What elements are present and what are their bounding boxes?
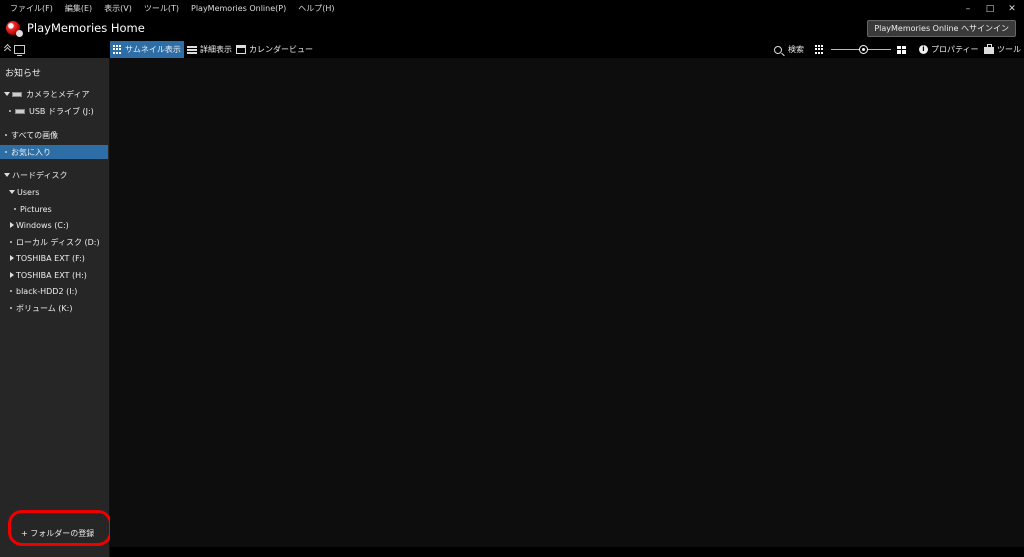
zoom-slider-handle[interactable] [859,45,868,54]
sidebar-item-usb-drive[interactable]: USB ドライブ (J:) [0,104,108,118]
highlight-annotation [8,510,112,546]
menu-bar: ファイル(F) 編集(E) 表示(V) ツール(T) PlayMemories … [0,0,1024,17]
sidebar-item-label: カメラとメディア [26,89,90,99]
bullet-icon [9,110,11,112]
signin-button[interactable]: PlayMemories Online へサインイン [867,20,1016,37]
menu-view[interactable]: 表示(V) [99,0,137,17]
bullet-icon [10,241,12,243]
menu-playmemories-online[interactable]: PlayMemories Online(P) [186,0,291,17]
tab-thumbnail-label: サムネイル表示 [125,45,181,54]
calendar-icon [236,45,246,54]
title-bar: PlayMemories Home PlayMemories Online へサ… [0,17,1024,41]
properties-label: プロパティー [931,45,979,54]
chevron-right-icon[interactable] [10,255,14,261]
menu-edit[interactable]: 編集(E) [60,0,97,17]
chevron-down-icon[interactable] [4,173,10,177]
search-icon [774,45,782,54]
collapse-up-icon[interactable] [4,44,11,54]
maximize-button[interactable]: □ [984,4,996,14]
sidebar-item-hard-disk[interactable]: ハードディスク [0,168,108,182]
menu-file[interactable]: ファイル(F) [5,0,58,17]
sidebar-item-label: Pictures [20,204,52,214]
tab-detail-view[interactable]: 詳細表示 [184,41,235,58]
sidebar-item-favorites[interactable]: お気に入り [0,145,108,159]
sidebar-item-label: Users [17,187,40,197]
sidebar-item-pictures[interactable]: Pictures [0,202,108,216]
sidebar-item-label: Windows (C:) [16,220,69,230]
sidebar-item-local-d[interactable]: ローカル ディスク (D:) [0,235,108,249]
sidebar-item-label: ローカル ディスク (D:) [16,237,100,247]
sidebar-item-label: USB ドライブ (J:) [29,106,94,116]
sidebar-item-label: TOSHIBA EXT (H:) [16,270,87,280]
sidebar-item-label: black-HDD2 (I:) [16,286,78,296]
tab-calendar-label: カレンダービュー [249,45,313,54]
chevron-down-icon[interactable] [9,190,15,194]
tab-thumbnail-view[interactable]: サムネイル表示 [110,41,184,58]
media-icon [12,91,22,97]
notice-link[interactable]: お知らせ [5,66,41,79]
sidebar-item-label: お気に入り [11,147,51,157]
sidebar-item-all-images[interactable]: すべての画像 [0,128,108,142]
chevron-right-icon[interactable] [10,222,14,228]
chevron-right-icon[interactable] [10,272,14,278]
toolbox-icon [984,44,994,54]
bullet-icon [5,134,7,136]
sidebar: お知らせ カメラとメディア USB ドライブ (J:) すべての画像 お気に入り… [0,58,112,557]
sidebar-item-windows-c[interactable]: Windows (C:) [0,218,108,232]
info-icon: i [919,45,928,54]
menu-tools[interactable]: ツール(T) [139,0,184,17]
large-grid-icon [897,45,907,54]
drive-icon [15,108,25,114]
close-button[interactable]: ✕ [1006,4,1018,14]
list-icon [187,45,197,54]
bullet-icon [14,208,16,210]
sidebar-item-users[interactable]: Users [0,185,108,199]
tools-button[interactable]: ツール [984,41,1021,58]
sidebar-item-label: TOSHIBA EXT (F:) [16,253,85,263]
sidebar-item-label: ハードディスク [12,170,68,180]
sidebar-item-camera-media[interactable]: カメラとメディア [0,87,108,101]
sidebar-item-label: すべての画像 [11,130,59,140]
large-thumbnail-button[interactable] [897,41,907,58]
tab-calendar-view[interactable]: カレンダービュー [233,41,316,58]
app-logo-icon [6,21,23,37]
thumbnail-area[interactable] [110,58,1024,547]
bullet-icon [5,151,7,153]
status-strip [110,547,1024,557]
chevron-down-icon[interactable] [4,92,10,96]
window-controls: – □ ✕ [962,0,1018,17]
grid-icon [113,45,122,54]
properties-button[interactable]: i プロパティー [919,41,979,58]
sidebar-item-toshiba-f[interactable]: TOSHIBA EXT (F:) [0,251,108,265]
search-label: 検索 [788,45,804,54]
bullet-icon [10,307,12,309]
search-button[interactable]: 検索 [774,41,804,58]
toolbar: サムネイル表示 詳細表示 カレンダービュー 検索 i プロパティー ツール [0,41,1024,58]
tools-label: ツール [997,45,1021,54]
small-grid-icon [815,45,824,54]
small-thumbnail-button[interactable] [815,41,824,58]
sidebar-item-volume-k[interactable]: ボリューム (K:) [0,301,108,315]
minimize-button[interactable]: – [962,4,974,14]
sidebar-item-label: ボリューム (K:) [16,303,73,313]
app-title: PlayMemories Home [27,21,145,35]
tab-detail-label: 詳細表示 [200,45,232,54]
sidebar-item-toshiba-h[interactable]: TOSHIBA EXT (H:) [0,268,108,282]
monitor-icon[interactable] [14,44,25,56]
sidebar-item-black-hdd[interactable]: black-HDD2 (I:) [0,284,108,298]
menu-help[interactable]: ヘルプ(H) [293,0,339,17]
sidebar-toggle-group [4,44,25,56]
bullet-icon [10,290,12,292]
